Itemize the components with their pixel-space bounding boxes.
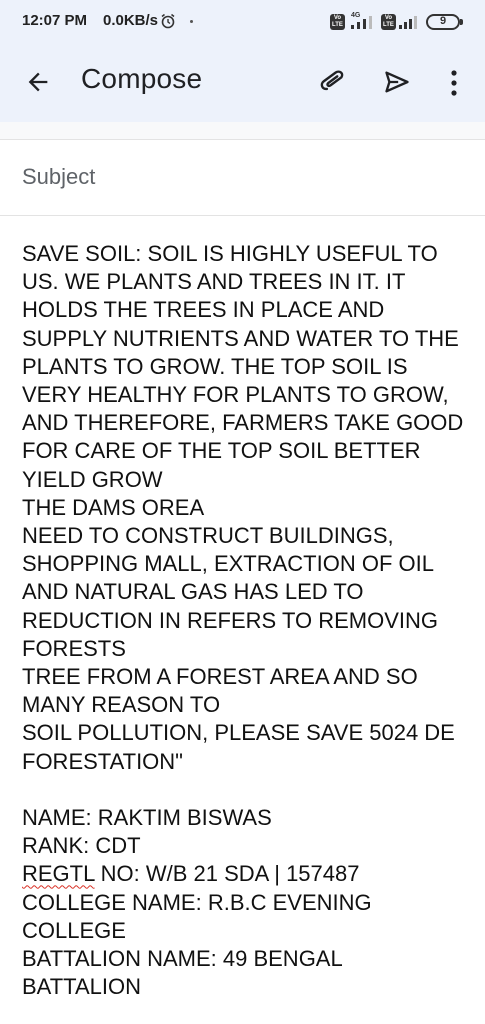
battery-tip	[460, 19, 463, 25]
signoff-battalion-line2: BATTALION	[22, 974, 141, 1000]
signoff-rank: RANK: CDT	[22, 833, 141, 859]
notification-dot-icon	[190, 20, 193, 23]
subject-field[interactable]: Subject	[22, 164, 462, 196]
battery-level: 9	[439, 15, 447, 27]
email-body-field[interactable]: SAVE SOIL: SOIL IS HIGHLY USEFUL TO US. …	[22, 240, 472, 776]
back-arrow-icon[interactable]	[24, 68, 52, 96]
attachment-icon[interactable]	[317, 69, 349, 95]
recipients-collapsed-band	[0, 122, 485, 139]
page-title: Compose	[81, 63, 203, 94]
signoff-battalion-line1: BATTALION NAME: 49 BENGAL	[22, 946, 343, 972]
divider	[0, 139, 485, 140]
signoff-regtl-rest: NO: W/B 21 SDA | 157487	[94, 861, 360, 887]
signal-icon	[399, 16, 417, 29]
send-icon[interactable]	[383, 68, 411, 96]
status-net-speed: 0.0KB/s	[103, 12, 159, 29]
status-time: 12:07 PM	[22, 12, 88, 29]
spellcheck-word[interactable]: REGTL	[22, 861, 95, 886]
status-bar: 12:07 PM 0.0KB/s Vo LTE 4G Vo LTE 9	[0, 0, 485, 44]
signoff-regtl: REGTL NO: W/B 21 SDA | 157487	[22, 860, 472, 888]
alarm-icon	[161, 13, 175, 29]
signoff-college-line2: COLLEGE	[22, 917, 126, 943]
battery-icon: 9	[426, 14, 460, 30]
more-vert-icon[interactable]	[448, 68, 460, 98]
signoff-college-line1: COLLEGE NAME: R.B.C EVENING	[22, 889, 372, 915]
signal-icon	[351, 16, 372, 29]
signoff-name: NAME: RAKTIM BISWAS	[22, 805, 272, 830]
volte-badge-icon: Vo LTE	[330, 14, 345, 30]
divider	[0, 215, 485, 216]
app-bar: Compose	[0, 44, 485, 122]
volte-badge-icon: Vo LTE	[381, 14, 396, 30]
email-signoff[interactable]: NAME: RAKTIM BISWAS RANK: CDT REGTL NO: …	[22, 804, 472, 1001]
